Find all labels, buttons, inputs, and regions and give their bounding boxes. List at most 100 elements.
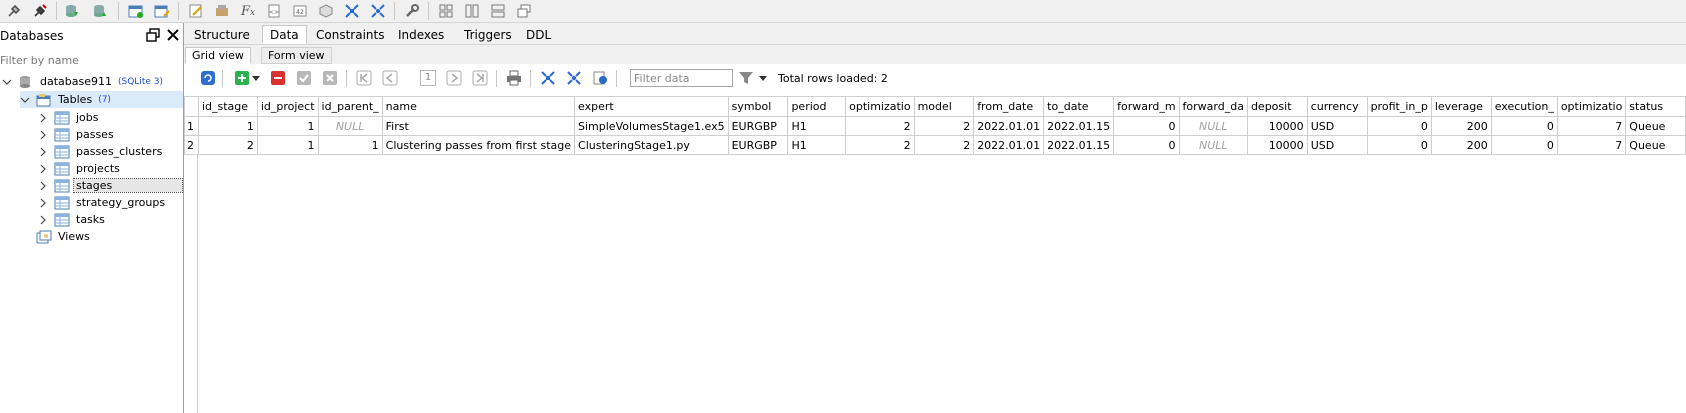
table-cell[interactable]: 7	[1556, 116, 1627, 136]
tree-table-projects[interactable]: projects	[38, 160, 122, 177]
table-cell[interactable]: 200	[1430, 135, 1492, 155]
column-header[interactable]: profit_in_p	[1366, 96, 1432, 117]
chevron-right-icon[interactable]	[38, 147, 48, 157]
column-header[interactable]: id_project	[256, 96, 319, 117]
filter-dropdown-icon[interactable]	[758, 70, 768, 86]
export-icon[interactable]	[592, 70, 608, 86]
table-cell[interactable]: 0	[1113, 116, 1180, 136]
tab-indexes[interactable]: Indexes	[390, 25, 452, 44]
chevron-right-icon[interactable]	[38, 130, 48, 140]
column-header[interactable]: deposit	[1246, 96, 1308, 117]
previous-page-icon[interactable]	[382, 70, 398, 86]
table-cell[interactable]: H1	[787, 135, 847, 155]
disconnect-icon[interactable]	[4, 1, 24, 21]
table-cell[interactable]: 1	[197, 116, 258, 136]
table-cell[interactable]: 0	[1490, 135, 1558, 155]
tree-table-jobs[interactable]: jobs	[38, 109, 101, 126]
layout-cascade-icon[interactable]	[514, 1, 534, 21]
table-cell[interactable]: 2022.01.15	[1043, 116, 1115, 136]
add-row-dropdown-icon[interactable]	[251, 70, 261, 86]
tab-data[interactable]: Data	[262, 25, 307, 44]
layout-cols-icon[interactable]	[462, 1, 482, 21]
table-row[interactable]: 1 1 1 NULL First SimpleVolumesStage1.ex5…	[184, 116, 1686, 136]
tree-table-tasks[interactable]: tasks	[38, 211, 107, 228]
table-cell[interactable]: First	[381, 116, 576, 136]
column-header[interactable]: leverage	[1430, 96, 1492, 117]
tab-ddl[interactable]: DDL	[518, 25, 559, 44]
table-cell[interactable]: 0	[1366, 135, 1432, 155]
table-cell[interactable]: EURGBP	[727, 135, 789, 155]
table-cell[interactable]: 2	[845, 116, 915, 136]
table-cell[interactable]: 2022.01.15	[1043, 135, 1115, 155]
first-page-icon[interactable]	[356, 70, 372, 86]
tab-triggers[interactable]: Triggers	[456, 25, 520, 44]
table-edit-icon[interactable]	[152, 1, 172, 21]
column-header[interactable]: currency	[1306, 96, 1368, 117]
tree-table-strategy-groups[interactable]: strategy_groups	[38, 194, 167, 211]
column-header[interactable]: from_date	[973, 96, 1045, 117]
refresh-icon[interactable]	[200, 70, 216, 86]
page-number[interactable]: 1	[420, 70, 436, 86]
collapse-columns-icon[interactable]	[566, 70, 582, 86]
table-cell[interactable]: NULL	[317, 116, 383, 136]
table-cell[interactable]: 1	[256, 135, 319, 155]
column-header[interactable]: id_stage	[197, 96, 258, 117]
table-row[interactable]: 2 2 1 1 Clustering passes from first sta…	[184, 135, 1686, 155]
tab-form-view[interactable]: Form view	[261, 47, 332, 64]
chevron-right-icon[interactable]	[38, 164, 48, 174]
column-header[interactable]: status	[1625, 96, 1686, 117]
table-cell[interactable]: 200	[1430, 116, 1492, 136]
new-table-icon[interactable]	[126, 1, 146, 21]
table-cell[interactable]: ClusteringStage1.py	[574, 135, 729, 155]
table-cell[interactable]: Clustering passes from first stage	[381, 135, 576, 155]
table-cell[interactable]: H1	[787, 116, 847, 136]
db-icon[interactable]: 42	[290, 1, 310, 21]
delete-row-icon[interactable]	[270, 70, 286, 86]
column-header[interactable]: execution_	[1490, 96, 1558, 117]
close-icon[interactable]	[166, 28, 180, 45]
column-header[interactable]: forward_da	[1178, 96, 1248, 117]
tab-grid-view[interactable]: Grid view	[185, 47, 251, 64]
table-cell[interactable]: USD	[1306, 116, 1368, 136]
print-icon[interactable]	[506, 70, 522, 86]
layout-rows-icon[interactable]	[488, 1, 508, 21]
chevron-right-icon[interactable]	[38, 113, 48, 123]
table-cell[interactable]: 0	[1490, 116, 1558, 136]
column-header[interactable]: id_parent_	[317, 96, 383, 117]
table-cell[interactable]: SimpleVolumesStage1.ex5	[574, 116, 729, 136]
view-icon[interactable]: <>	[264, 1, 284, 21]
table-cell[interactable]: 2022.01.01	[973, 135, 1045, 155]
row-number[interactable]: 2	[184, 135, 199, 155]
tree-table-stages[interactable]: stages	[38, 177, 184, 194]
column-header[interactable]: optimizatio	[1556, 96, 1627, 117]
network-icon[interactable]	[342, 1, 362, 21]
chevron-right-icon[interactable]	[38, 181, 48, 191]
db-export-icon[interactable]	[62, 1, 82, 21]
cube-icon[interactable]	[316, 1, 336, 21]
expand-columns-icon[interactable]	[540, 70, 556, 86]
rollback-icon[interactable]	[322, 70, 338, 86]
column-header[interactable]: to_date	[1043, 96, 1115, 117]
table-cell[interactable]: EURGBP	[727, 116, 789, 136]
table-cell[interactable]: 10000	[1246, 116, 1308, 136]
column-header[interactable]: name	[381, 96, 576, 117]
last-page-icon[interactable]	[472, 70, 488, 86]
tree-table-passes[interactable]: passes	[38, 126, 116, 143]
settings-icon[interactable]	[212, 1, 232, 21]
table-cell[interactable]: 0	[1366, 116, 1432, 136]
tree-table-passes-clusters[interactable]: passes_clusters	[38, 143, 164, 160]
table-cell[interactable]: Queue	[1625, 116, 1686, 136]
tree-database-node[interactable]: database911 (SQLite 3)	[2, 73, 163, 90]
table-cell[interactable]: 7	[1556, 135, 1627, 155]
next-page-icon[interactable]	[446, 70, 462, 86]
tab-structure[interactable]: Structure	[186, 25, 258, 44]
filter-data-input[interactable]	[630, 69, 733, 87]
table-cell[interactable]: 1	[317, 135, 383, 155]
table-cell[interactable]: 10000	[1246, 135, 1308, 155]
table-cell[interactable]: 2	[845, 135, 915, 155]
chevron-right-icon[interactable]	[38, 198, 48, 208]
column-header[interactable]: model	[913, 96, 975, 117]
filter-icon[interactable]	[738, 70, 754, 86]
table-cell[interactable]: 2	[913, 116, 975, 136]
table-cell[interactable]: 2022.01.01	[973, 116, 1045, 136]
